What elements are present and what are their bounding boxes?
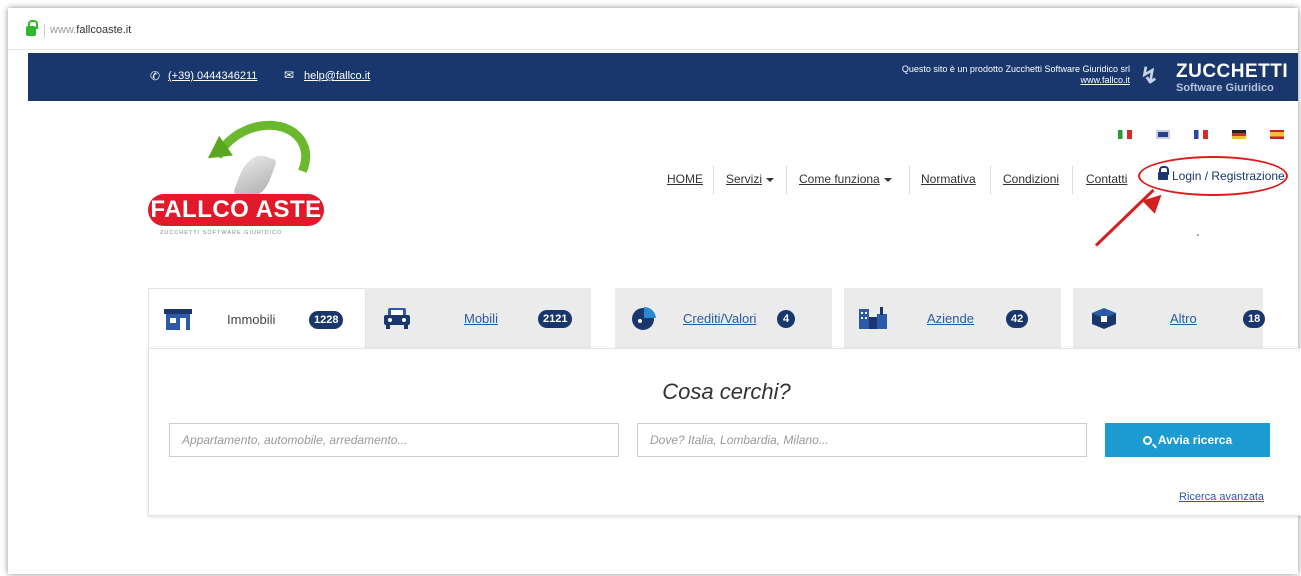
nav-come-funziona-label: Come funziona [799,172,880,186]
search-panel: Cosa cerchi? Appartamento, automobile, a… [148,348,1301,516]
tab-mobili-label: Mobili [464,311,498,326]
logo-name: FALLCO ASTE [148,194,324,226]
login-register-link[interactable]: Login / Registrazione [1138,156,1288,196]
secure-lock-icon [26,20,38,36]
car-icon [384,308,410,329]
flag-it-icon[interactable] [1118,130,1132,139]
phone-icon: ✆ [150,69,161,83]
nav-condizioni-label: Condizioni [1003,172,1060,186]
envelope-icon: ✉ [284,68,295,82]
lock-icon [1158,166,1169,180]
nav-divider [909,166,910,194]
address-divider [44,24,45,38]
nav-contatti[interactable]: Contatti [1086,164,1127,194]
tab-immobili[interactable]: Immobili 1228 [148,288,366,350]
tab-aziende-count: 42 [1006,310,1029,328]
login-register-label: Login / Registrazione [1172,169,1285,183]
caret-down-icon [766,177,775,182]
category-tabs: Immobili 1228 Mobili 2121 Crediti/Valori… [148,288,1266,350]
logo-tagline: ZUCCHETTI SOFTWARE GIURIDICO [160,230,283,236]
nav-condizioni[interactable]: Condizioni [1003,164,1059,194]
email-link[interactable]: help@fallco.it [304,70,370,82]
box-icon [1092,308,1116,329]
nav-servizi-label: Servizi [726,172,763,186]
browser-window: www.fallcoaste.it ✆ (+39) 0444346211 ✉ h… [8,8,1301,574]
tab-crediti-valori-count: 4 [777,310,795,328]
zucchetti-brand-title[interactable]: ZUCCHETTI [1176,61,1288,83]
flag-es-icon[interactable] [1270,130,1284,139]
nav-home-label: HOME [667,172,703,186]
tab-aziende-label: Aziende [927,311,974,326]
tab-aziende[interactable]: Aziende 42 [844,288,1061,348]
tab-immobili-count: 1228 [309,311,344,329]
tab-mobili-count: 2121 [538,310,573,328]
nav-servizi[interactable]: Servizi [726,164,775,194]
search-button[interactable]: Avvia ricerca [1105,423,1270,457]
nav-come-funziona[interactable]: Come funziona [799,164,892,194]
nav-home[interactable]: HOME [667,164,703,194]
zucchetti-brand-subtitle: Software Giuridico [1176,82,1274,94]
caret-down-icon [883,177,892,182]
address-bar[interactable]: www.fallcoaste.it [8,8,1298,50]
product-note-text: Questo sito è un prodotto Zucchetti Soft… [901,64,1130,74]
decorative-dot [1197,234,1199,236]
nav-divider [713,166,714,194]
house-icon [164,309,192,330]
flag-en-icon[interactable] [1156,130,1170,139]
tab-altro[interactable]: Altro 18 [1073,288,1266,348]
advanced-search-link[interactable]: Ricerca avanzata [1179,491,1264,503]
nav-divider [990,166,991,194]
tab-crediti-valori[interactable]: Crediti/Valori 4 [615,288,832,348]
tab-immobili-label: Immobili [227,312,276,327]
search-button-label: Avvia ricerca [1157,433,1233,447]
product-link[interactable]: www.fallco.it [902,75,1130,86]
zucchetti-logo-icon: ↯ [1140,63,1159,88]
tab-altro-label: Altro [1170,311,1197,326]
nav-divider [1072,166,1073,194]
address-url[interactable]: www.fallcoaste.it [50,24,131,36]
factory-icon [859,307,887,329]
nav-contatti-label: Contatti [1086,172,1128,186]
nav-divider [786,166,787,194]
url-domain: fallcoaste.it [76,24,132,36]
nav-normativa-label: Normativa [921,172,976,186]
where-search-input[interactable]: Dove? Italia, Lombardia, Milano... [637,423,1087,457]
url-prefix: www. [50,24,77,36]
search-icon [1142,436,1152,445]
tab-altro-count: 18 [1243,310,1266,328]
what-search-input[interactable]: Appartamento, automobile, arredamento... [169,423,619,457]
pie-chart-icon [632,306,656,330]
search-title: Cosa cerchi? [662,379,791,404]
nav-normativa[interactable]: Normativa [921,164,976,194]
top-contact-bar: ✆ (+39) 0444346211 ✉ help@fallco.it Ques… [28,53,1298,101]
product-note: Questo sito è un prodotto Zucchetti Soft… [902,64,1130,86]
phone-link[interactable]: (+39) 0444346211 [168,70,257,82]
flag-de-icon[interactable] [1232,130,1246,139]
annotation-arrow-icon [1142,188,1168,214]
tab-crediti-valori-label: Crediti/Valori [683,311,757,326]
fallco-logo[interactable]: FALLCO ASTE ZUCCHETTI SOFTWARE GIURIDICO [148,104,328,243]
flag-fr-icon[interactable] [1194,130,1208,139]
tab-mobili[interactable]: Mobili 2121 [366,288,591,348]
